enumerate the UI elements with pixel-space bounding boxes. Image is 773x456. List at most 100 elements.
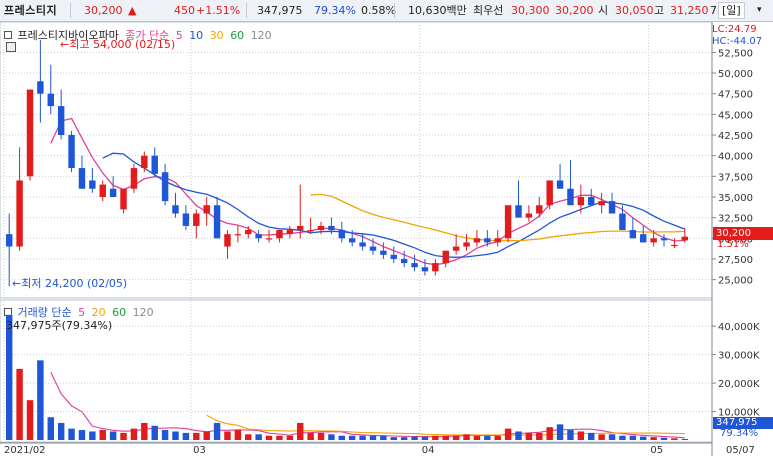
vol-ma-60-label[interactable]: 60 (112, 306, 126, 319)
candle-body (37, 81, 44, 94)
candle-body (484, 238, 491, 243)
candle-body (89, 180, 96, 189)
price-tick-label: 45,000 (718, 110, 753, 121)
candle-body (255, 234, 262, 239)
volume-bar (5, 314, 13, 440)
candle-body (16, 180, 23, 247)
candle-body (463, 242, 470, 247)
settings-square-icon[interactable] (6, 42, 16, 55)
x-tick-label: 04 (422, 445, 435, 456)
volume-bar (234, 430, 242, 440)
volume-bar (546, 427, 553, 440)
volume-bar (286, 435, 294, 440)
candle-body (650, 238, 657, 243)
candle-body (109, 188, 117, 197)
volume-bar (224, 431, 231, 440)
candle-body (172, 205, 179, 214)
price-tick-label: 50,000 (718, 69, 753, 80)
volume-bar (57, 422, 65, 440)
candle-body (452, 246, 460, 251)
volume-bar (660, 437, 668, 440)
volume-bar (390, 437, 397, 440)
candle-body (608, 201, 616, 214)
candle-body (245, 230, 252, 235)
volume-bar (182, 432, 190, 440)
volume-bar (141, 422, 148, 440)
ma-5-label[interactable]: 5 (176, 29, 183, 42)
volume-bar (317, 432, 325, 440)
volume-bar (463, 434, 470, 440)
candle-body (629, 230, 637, 239)
volume-bar (452, 435, 460, 440)
candle-body (307, 230, 314, 232)
volume-bar (494, 435, 501, 440)
ma-60-label[interactable]: 60 (230, 29, 244, 42)
candle-body (130, 168, 138, 189)
candle-body (567, 188, 574, 206)
ma-30-label[interactable]: 30 (210, 29, 224, 42)
volume-bar (380, 435, 387, 440)
candle-body (556, 180, 564, 189)
candle-body (224, 234, 231, 247)
volume-bar (411, 436, 418, 440)
volume-bar (608, 434, 616, 440)
volume-bar (598, 434, 605, 440)
volume-bar (193, 432, 200, 440)
volume-bar (120, 432, 127, 440)
candle-body (141, 155, 148, 169)
candle-body (494, 238, 501, 243)
volume-bar (588, 432, 595, 440)
volume-bar (400, 437, 408, 440)
volume-bar (78, 430, 86, 440)
volume-bar (276, 435, 283, 440)
volume-bar (203, 431, 210, 440)
ma-120-label[interactable]: 120 (251, 29, 272, 42)
price-tick-label: 32,500 (718, 214, 753, 225)
volume-bar (515, 431, 522, 440)
lc-value: LC:24.79 (712, 24, 757, 35)
candle-body (328, 225, 335, 231)
price-volume-chart[interactable]: 52,500 50,000 47,500 45,000 42,500 40,000 37,5… (0, 0, 773, 456)
volume-bar (68, 428, 75, 440)
volume-bar (432, 435, 439, 440)
candle-body (286, 230, 294, 235)
vol-ma-120-label[interactable]: 120 (133, 306, 154, 319)
price-tick-label: 35,000 (718, 193, 753, 204)
volume-bar (640, 436, 647, 440)
volume-bar (619, 435, 626, 440)
volume-bar (89, 431, 96, 440)
candle-body (400, 258, 408, 264)
candle-body (297, 225, 304, 231)
volume-bar (265, 435, 273, 440)
x-tick-label: 2021/02 (4, 445, 46, 456)
price-tick-label: 52,500 (718, 48, 753, 59)
ma-10-label[interactable]: 10 (189, 29, 203, 42)
volume-note: 347,975주(79.34%) (6, 319, 113, 332)
candle-body (78, 168, 86, 189)
volume-bar (421, 436, 429, 440)
candle-body (317, 225, 325, 231)
candle-body (380, 250, 387, 255)
candle-body (536, 205, 543, 214)
volume-bar (26, 400, 34, 440)
candle-body (99, 184, 106, 197)
collapse-square-icon[interactable] (4, 308, 12, 316)
volume-tick-label: 30,000K (718, 351, 760, 362)
x-tick-label: 05 (650, 445, 663, 456)
arrow-left-icon: ← (60, 38, 70, 51)
price-tick-label: 37,500 (718, 172, 753, 183)
volume-bar (525, 432, 533, 440)
volume-bar (338, 435, 346, 440)
candle-body (442, 250, 449, 264)
candle-body (546, 180, 553, 206)
collapse-square-icon[interactable] (4, 31, 12, 39)
volume-bar (556, 424, 564, 440)
volume-bar (484, 435, 491, 440)
arrow-left-icon: ← (12, 277, 22, 290)
volume-bar (245, 434, 252, 440)
candle-body (671, 244, 678, 247)
volume-bar (650, 437, 657, 440)
candle-body (57, 106, 65, 136)
candle-body (68, 135, 75, 169)
volume-bar (577, 431, 585, 440)
